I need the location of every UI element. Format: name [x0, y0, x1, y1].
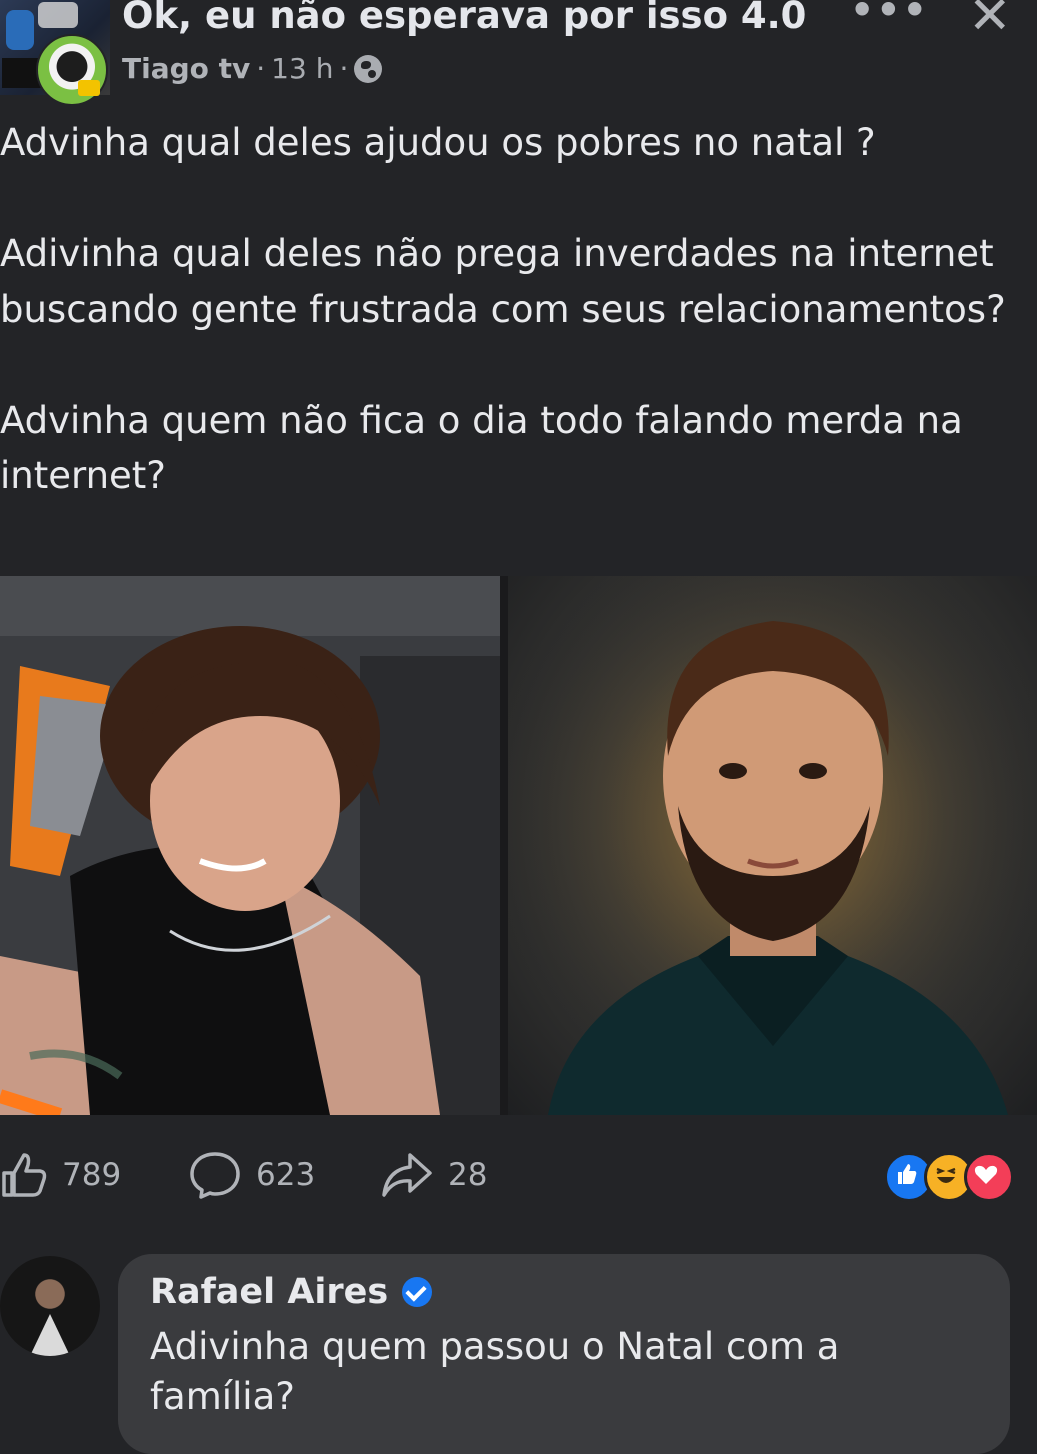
share-count: 28: [448, 1157, 488, 1193]
author-name[interactable]: Tiago tv: [122, 52, 250, 86]
post-time[interactable]: 13 h: [271, 52, 333, 86]
commenter-avatar[interactable]: [0, 1256, 100, 1356]
comment-icon: [190, 1152, 240, 1199]
globe-icon: [354, 55, 383, 83]
thumbs-up-icon: [2, 1153, 47, 1197]
comment-text: Adivinha quem passou o Natal com a famíl…: [150, 1325, 840, 1418]
commenter-name-row: Rafael Aires: [150, 1272, 433, 1312]
more-options-button[interactable]: •••: [850, 0, 929, 30]
post-photo-left[interactable]: [0, 576, 500, 1115]
woman-photo-illustration: [0, 576, 500, 1115]
verified-badge-icon: [402, 1277, 433, 1307]
post-text: Advinha qual deles ajudou os pobres no n…: [0, 121, 1006, 497]
close-icon[interactable]: ✕: [968, 0, 1012, 44]
like-stat[interactable]: 789: [0, 1150, 121, 1200]
like-count: 789: [62, 1157, 122, 1193]
post-meta: Tiago tv · 13 h ·: [122, 52, 383, 86]
post-photo-right[interactable]: [508, 576, 1037, 1115]
share-stat[interactable]: 28: [380, 1150, 487, 1200]
comment-stat[interactable]: 623: [188, 1150, 315, 1200]
meta-separator-2: ·: [339, 52, 349, 85]
commenter-name[interactable]: Rafael Aires: [150, 1272, 388, 1312]
comment-count: 623: [256, 1157, 316, 1193]
group-title[interactable]: Ok, eu não esperava por isso 4.0: [122, 0, 806, 38]
share-icon: [382, 1153, 432, 1197]
love-reaction-icon: [964, 1152, 1014, 1202]
man-photo-illustration: [508, 576, 1037, 1115]
author-avatar[interactable]: [36, 34, 108, 106]
reaction-summary[interactable]: [884, 1152, 1014, 1202]
photo-divider: [500, 576, 508, 1115]
meta-separator: ·: [256, 52, 266, 85]
